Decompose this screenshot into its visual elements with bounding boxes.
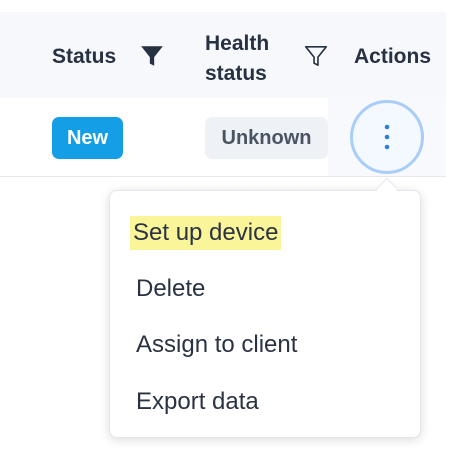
- health-header-line2: status: [205, 62, 267, 85]
- menu-item-assign-to-client[interactable]: Assign to client: [133, 328, 300, 362]
- column-header-status[interactable]: Status: [52, 45, 116, 69]
- menu-item-set-up-device[interactable]: Set up device: [130, 216, 282, 250]
- row-actions-button[interactable]: [350, 100, 424, 174]
- health-header-line1: Health: [205, 32, 270, 55]
- health-status-badge: Unknown: [205, 117, 328, 159]
- filter-filled-icon[interactable]: [139, 43, 165, 69]
- column-header-health-status[interactable]: Health status: [205, 29, 269, 89]
- menu-item-delete[interactable]: Delete: [133, 272, 208, 306]
- column-header-actions: Actions: [354, 45, 432, 68]
- menu-item-export-data[interactable]: Export data: [133, 385, 262, 419]
- filter-outline-icon[interactable]: [303, 43, 329, 69]
- kebab-menu-icon: [384, 124, 390, 150]
- status-badge: New: [52, 117, 123, 159]
